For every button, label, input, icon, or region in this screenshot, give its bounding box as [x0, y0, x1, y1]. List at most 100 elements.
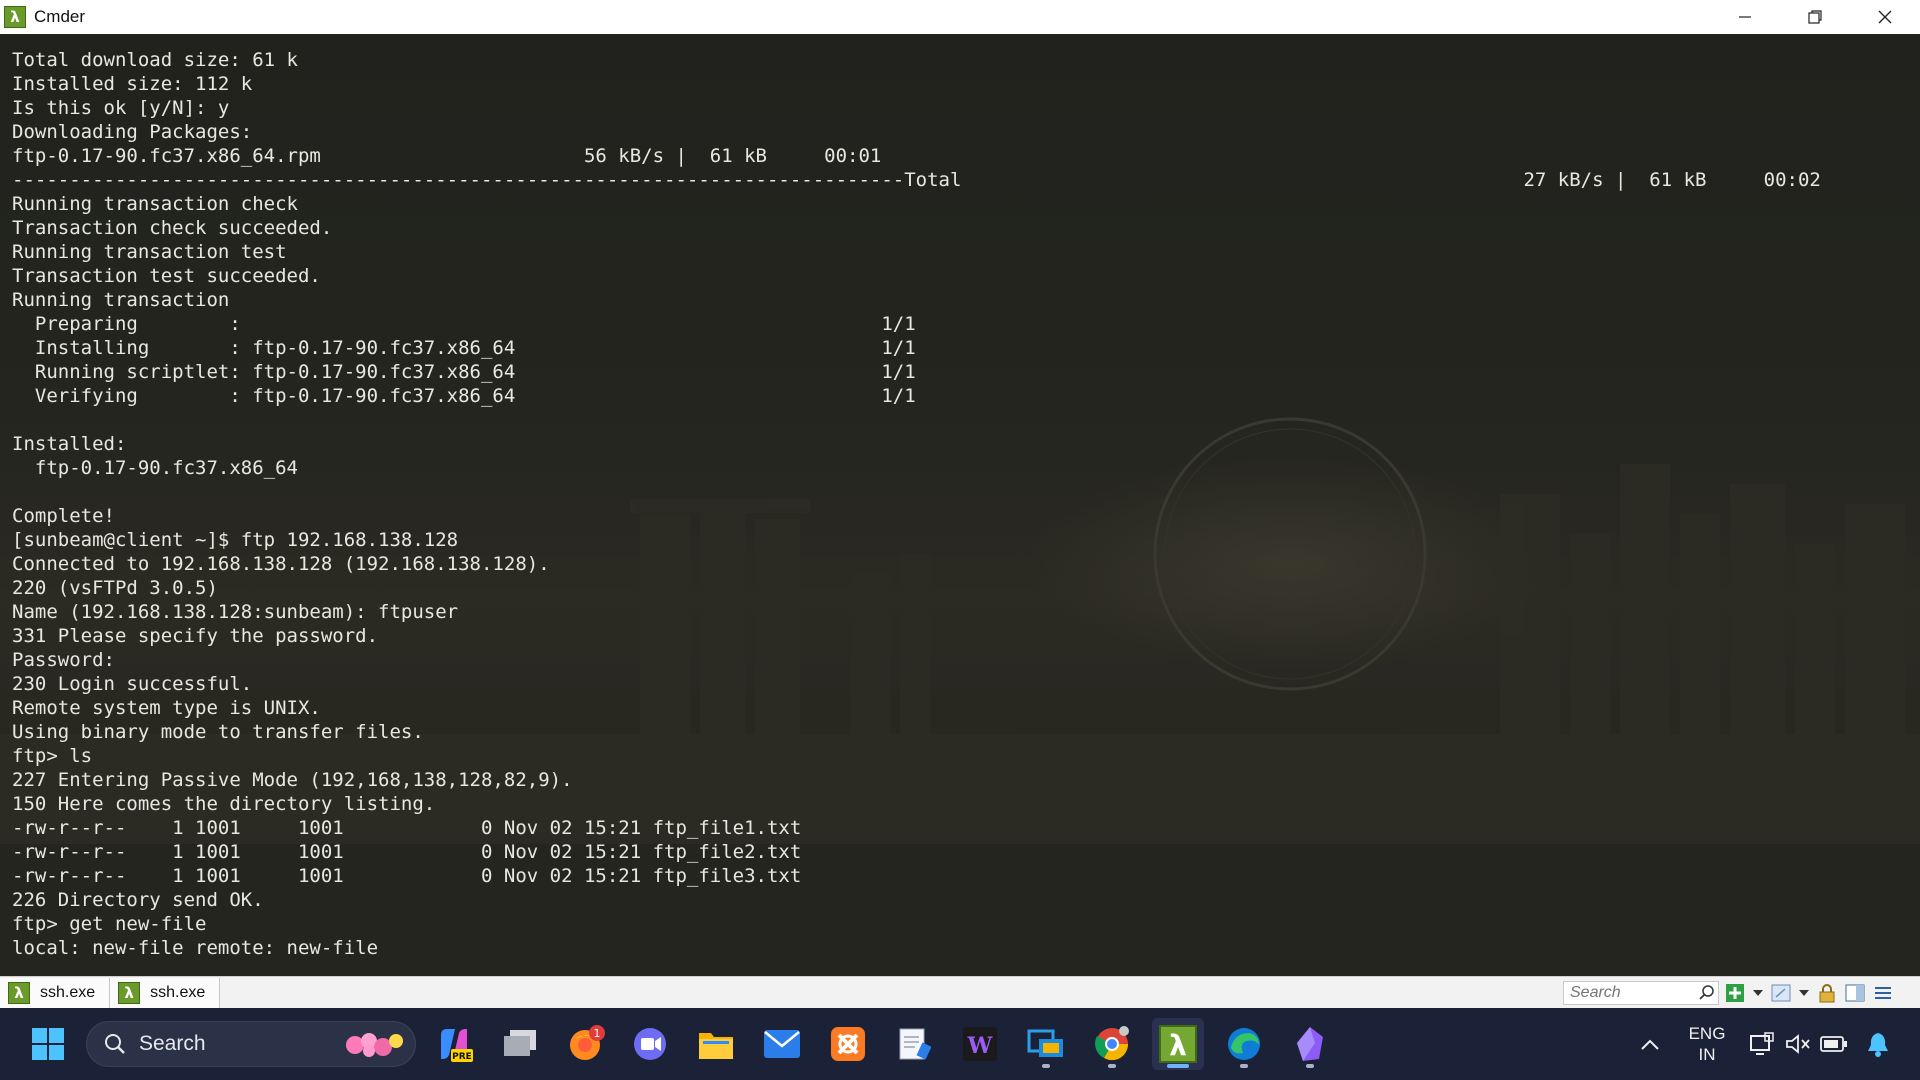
terminal-line: 230 Login successful. [12, 673, 253, 695]
cmder-search-input[interactable] [1570, 984, 1690, 1002]
taskbar-app-meet[interactable] [624, 1018, 676, 1070]
menu-button[interactable] [1872, 982, 1894, 1004]
terminal-line: ----------------------------------------… [12, 169, 962, 191]
terminal-line: Running transaction check [12, 193, 298, 215]
taskbar-app-copilot[interactable]: PRE [428, 1018, 480, 1070]
terminal-console[interactable]: Total download size: 61 k Installed size… [0, 34, 1920, 976]
minimize-icon [1739, 16, 1751, 18]
taskbar-app-file-explorer[interactable] [690, 1018, 742, 1070]
window-title: Cmder [34, 7, 86, 26]
edge-icon [1228, 1028, 1260, 1060]
taskbar-app-obsidian[interactable] [1284, 1018, 1336, 1070]
running-indicator [1306, 1064, 1314, 1068]
firefox-icon: 1 [570, 1025, 605, 1060]
language-indicator[interactable]: ENG IN [1680, 1023, 1734, 1065]
windows-taskbar: Search PRE 1 W λ ENG IN [0, 1008, 1920, 1080]
taskbar-app-winword[interactable]: W [954, 1018, 1006, 1070]
svg-text:W: W [967, 1033, 993, 1059]
cmder-tab-bar: λ ssh.exe λ ssh.exe [0, 976, 1920, 1008]
terminal-line: Downloading Packages: [12, 121, 253, 143]
lock-button[interactable] [1816, 982, 1838, 1004]
terminal-line: Installed size: 112 k [12, 73, 253, 95]
lambda-icon: λ [8, 981, 30, 1004]
menu-icon [1875, 987, 1891, 999]
start-button[interactable] [22, 1018, 74, 1070]
minimize-button[interactable] [1710, 0, 1780, 34]
file-explorer-icon [699, 1033, 733, 1059]
window-controls [1710, 0, 1920, 34]
task-view-icon [504, 1030, 536, 1056]
dropdown-icon [1753, 990, 1763, 996]
terminal-line: Preparing : 1/1 [12, 313, 916, 335]
chrome-icon [1095, 1026, 1129, 1061]
taskbar-app-notepad[interactable] [888, 1018, 940, 1070]
terminal-line: Running transaction test [12, 241, 287, 263]
terminal-line: 150 Here comes the directory listing. [12, 793, 436, 815]
winword-icon: W [963, 1027, 997, 1061]
remote-desktop-icon [1027, 1029, 1063, 1057]
taskbar-app-xampp[interactable] [822, 1018, 874, 1070]
restore-button[interactable] [1780, 0, 1850, 34]
view-icon [1771, 984, 1791, 1002]
console-tab-1[interactable]: λ ssh.exe [0, 977, 111, 1008]
terminal-line: 227 Entering Passive Mode (192,168,138,1… [12, 769, 573, 791]
terminal-line: Installed: [12, 433, 127, 455]
copilot-pre-icon: PRE [441, 1029, 473, 1062]
terminal-line: Using binary mode to transfer files. [12, 721, 424, 743]
tray-battery-button[interactable] [1812, 1018, 1856, 1070]
terminal-line: 220 (vsFTPd 3.0.5) [12, 577, 218, 599]
terminal-line: -rw-r--r-- 1 1001 1001 0 Nov 02 15:21 ft… [12, 841, 802, 863]
active-indicator [1167, 1064, 1189, 1068]
windows-start-icon [32, 1028, 64, 1060]
running-indicator [1240, 1064, 1248, 1068]
tab-label: ssh.exe [40, 983, 96, 1001]
new-console-button[interactable] [1724, 982, 1746, 1004]
running-indicator [1042, 1064, 1050, 1068]
speaker-muted-icon [1786, 1034, 1810, 1054]
terminal-line: ftp> ls [12, 745, 93, 767]
view-dropdown[interactable] [1798, 982, 1810, 1004]
language-code: ENG [1688, 1024, 1726, 1043]
terminal-line: 226 Directory send OK. [12, 889, 264, 911]
title-bar: λ Cmder [0, 0, 1920, 34]
tab-label: ssh.exe [150, 983, 206, 1001]
display-icon [1750, 1032, 1774, 1055]
terminal-line: Complete! [12, 505, 115, 527]
taskbar-app-remote-desktop[interactable] [1020, 1018, 1072, 1070]
split-view-icon [1845, 984, 1865, 1002]
view-button[interactable] [1770, 982, 1792, 1004]
terminal-line: Transaction test succeeded. [12, 265, 321, 287]
new-console-icon [1726, 984, 1744, 1002]
terminal-line: 331 Please specify the password. [12, 625, 379, 647]
taskbar-task-view[interactable] [494, 1018, 546, 1070]
download-total-stats: 27 kB/s | 61 kB 00:02 [1512, 169, 1821, 191]
taskbar-app-chrome[interactable] [1086, 1018, 1138, 1070]
taskbar-search-box[interactable]: Search [86, 1021, 416, 1067]
terminal-line: -rw-r--r-- 1 1001 1001 0 Nov 02 15:21 ft… [12, 865, 802, 887]
terminal-line: Remote system type is UNIX. [12, 697, 321, 719]
notification-bell-icon [1868, 1033, 1888, 1057]
terminal-line: Is this ok [y/N]: y [12, 97, 230, 119]
running-indicator [1108, 1064, 1116, 1068]
taskbar-app-mail[interactable] [756, 1018, 808, 1070]
terminal-line: Running transaction [12, 289, 230, 311]
new-console-dropdown[interactable] [1752, 982, 1764, 1004]
tray-overflow-button[interactable] [1624, 1018, 1676, 1070]
terminal-line: local: new-file remote: new-file [12, 937, 379, 959]
taskbar-app-cmder[interactable]: λ [1152, 1018, 1204, 1070]
terminal-output: Total download size: 61 k Installed size… [12, 48, 961, 960]
xampp-icon [831, 1027, 865, 1061]
search-icon[interactable] [1698, 984, 1716, 1002]
taskbar-app-firefox[interactable]: 1 [560, 1018, 612, 1070]
close-button[interactable] [1850, 0, 1920, 34]
taskbar-app-edge[interactable] [1218, 1018, 1270, 1070]
cmder-search-box [1563, 981, 1719, 1005]
console-tab-2[interactable]: λ ssh.exe [110, 977, 221, 1008]
tray-notifications-button[interactable] [1856, 1018, 1900, 1070]
restore-icon [1808, 10, 1822, 24]
terminal-line: Verifying : ftp-0.17-90.fc37.x86_64 1/1 [12, 385, 916, 407]
terminal-line: Transaction check succeeded. [12, 217, 333, 239]
terminal-line: Password: [12, 649, 115, 671]
cmder-app-icon: λ [4, 6, 26, 28]
split-view-button[interactable] [1844, 982, 1866, 1004]
